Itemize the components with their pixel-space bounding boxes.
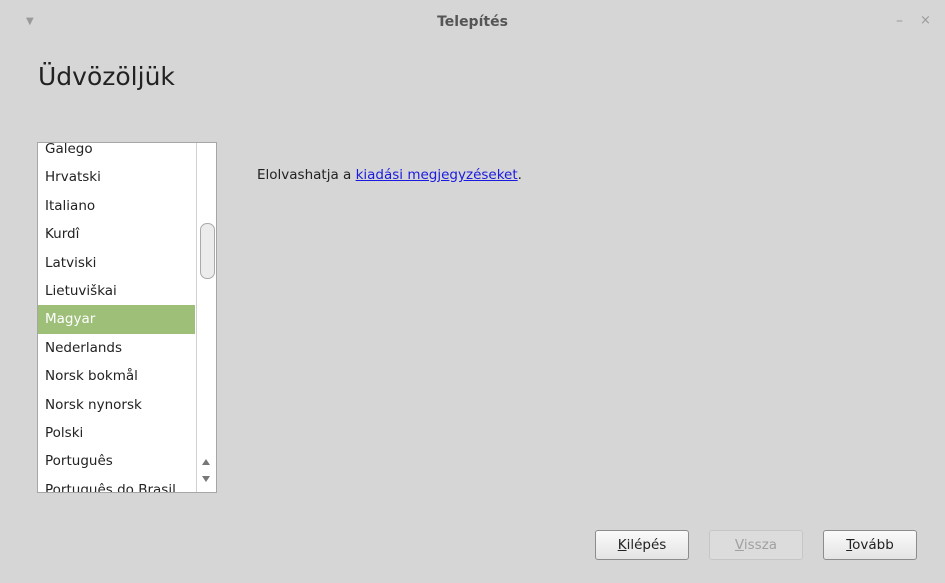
language-item[interactable]: Hrvatski <box>38 163 195 191</box>
scrollbar-thumb[interactable] <box>200 223 215 279</box>
language-item[interactable]: Italiano <box>38 192 195 220</box>
back-button[interactable]: Vissza <box>709 530 803 560</box>
page-title: Üdvözöljük <box>38 62 175 91</box>
arrow-down-icon[interactable] <box>202 476 210 482</box>
scrollbar[interactable] <box>196 143 216 492</box>
release-notes-text: Elolvashatja a kiadási megjegyzéseket. <box>257 167 522 183</box>
release-notes-prefix: Elolvashatja a <box>257 167 356 183</box>
arrow-up-icon[interactable] <box>202 459 210 465</box>
back-button-accel: V <box>734 537 744 553</box>
quit-button-accel: K <box>617 537 627 553</box>
language-items: Galego Hrvatski Italiano Kurdî Latviski Lietu… <box>38 143 195 492</box>
minimize-icon[interactable]: – <box>896 13 903 29</box>
next-button[interactable]: Tovább <box>823 530 917 560</box>
language-item[interactable]: Galego <box>38 143 195 163</box>
back-button-label: issza <box>743 537 778 553</box>
title-bar: ▼ Telepítés – × <box>0 0 945 44</box>
quit-button-label: ilépés <box>626 537 667 553</box>
window-title: Telepítés <box>437 14 508 30</box>
language-list[interactable]: Galego Hrvatski Italiano Kurdî Latviski Lietu… <box>37 142 217 493</box>
language-item[interactable]: Kurdî <box>38 220 195 248</box>
release-notes-suffix: . <box>517 167 522 183</box>
language-item[interactable]: Nederlands <box>38 334 195 362</box>
release-notes-link[interactable]: kiadási megjegyzéseket <box>356 167 518 183</box>
close-icon[interactable]: × <box>920 13 931 28</box>
language-item[interactable]: Magyar <box>38 305 195 334</box>
language-item[interactable]: Norsk bokmål <box>38 362 195 390</box>
language-item[interactable]: Norsk nynorsk <box>38 391 195 419</box>
next-button-label: ovább <box>852 537 894 553</box>
quit-button[interactable]: Kilépés <box>595 530 689 560</box>
language-item[interactable]: Polski <box>38 419 195 447</box>
language-item[interactable]: Português <box>38 447 195 475</box>
language-item[interactable]: Lietuviškai <box>38 277 195 305</box>
language-item[interactable]: Português do Brasil <box>38 476 195 492</box>
language-item[interactable]: Latviski <box>38 249 195 277</box>
